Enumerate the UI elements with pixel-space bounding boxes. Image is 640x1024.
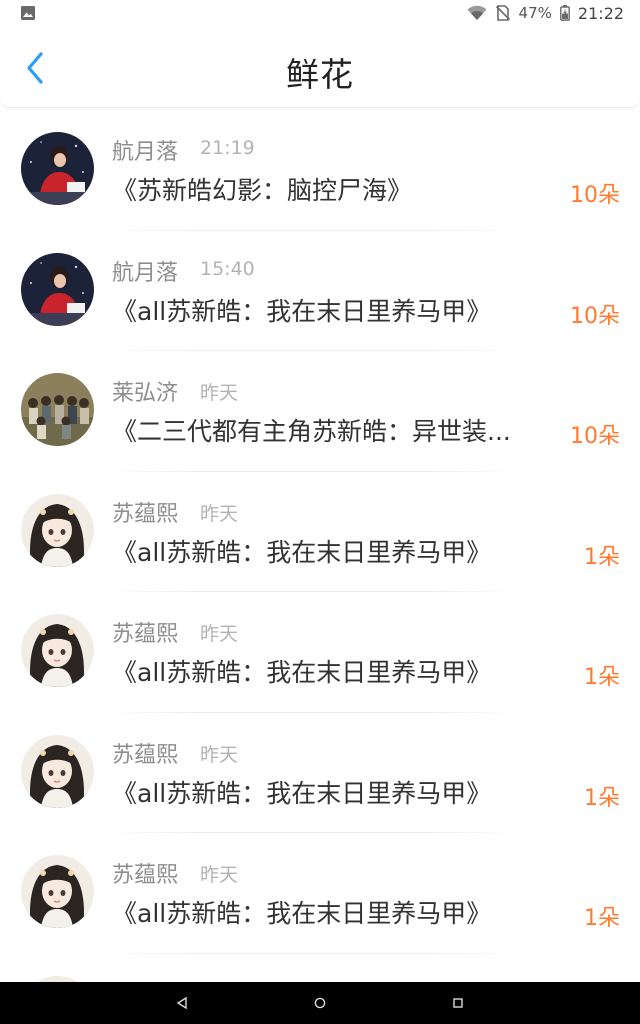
- flowers-screen: 47% 21:22 鲜花 航月落 21:19 《苏新皓幻影：脑控尸海》 10朵 …: [0, 0, 640, 1024]
- timestamp: 昨天: [200, 743, 239, 766]
- user-name: 苏蕴熙: [112, 742, 179, 768]
- flower-count: 10朵: [570, 303, 620, 329]
- flower-count: 1朵: [584, 785, 620, 811]
- list-item[interactable]: 莱弘济 昨天 《二三代都有主角苏新皓：异世装... 10朵: [0, 351, 640, 472]
- user-name: 苏蕴熙: [112, 863, 179, 888]
- timestamp: 昨天: [200, 864, 239, 886]
- avatar[interactable]: [21, 132, 94, 205]
- recents-square-icon[interactable]: [448, 993, 468, 1013]
- book-title[interactable]: 《all苏新皓：我在末日里养马甲》: [112, 653, 552, 689]
- flower-count: 1朵: [584, 906, 620, 931]
- status-bar: 47% 21:22: [0, 0, 640, 26]
- list-item[interactable]: 苏蕴熙 昨天 《all苏新皓：我在末日里养马甲》 1朵: [0, 472, 640, 592]
- battery-percent: 47%: [518, 4, 552, 22]
- book-title[interactable]: 《all苏新皓：我在末日里养马甲》: [112, 292, 552, 328]
- book-title[interactable]: 《苏新皓幻影：脑控尸海》: [112, 171, 552, 207]
- battery-icon: [559, 5, 570, 21]
- back-triangle-icon[interactable]: [172, 993, 192, 1013]
- book-title[interactable]: 《all苏新皓：我在末日里养马甲》: [112, 774, 552, 810]
- page-title: 鲜花: [286, 55, 354, 94]
- clock: 21:22: [577, 3, 624, 23]
- list-item[interactable]: 苏蕴熙 昨天 《all苏新皓：我在末日里养马甲》 1朵: [0, 713, 640, 833]
- avatar[interactable]: [21, 252, 94, 326]
- avatar[interactable]: [21, 493, 94, 567]
- image-notification-icon: [20, 5, 36, 21]
- list-item[interactable]: 航月落 21:19 《苏新皓幻影：脑控尸海》 10朵: [0, 110, 640, 231]
- avatar[interactable]: [21, 373, 94, 446]
- header-bar: 鲜花: [0, 26, 640, 108]
- no-sim-icon: [495, 5, 511, 21]
- list-item[interactable]: 苏蕴熙 昨天 《all苏新皓：我在末日里养马甲》 1朵: [0, 592, 640, 713]
- flower-count: 1朵: [584, 665, 620, 690]
- user-name: 苏蕴熙: [112, 622, 179, 647]
- avatar[interactable]: [21, 614, 94, 687]
- flower-count: 10朵: [570, 183, 620, 208]
- timestamp: 15:40: [200, 257, 255, 280]
- user-name: 莱弘济: [112, 381, 179, 406]
- user-name: 苏蕴熙: [112, 501, 179, 527]
- user-name: 航月落: [112, 260, 179, 286]
- timestamp: 昨天: [200, 502, 239, 525]
- home-circle-icon[interactable]: [310, 993, 330, 1013]
- user-name: 航月落: [112, 140, 179, 165]
- flower-count: 1朵: [584, 544, 620, 570]
- system-nav-bar: [0, 982, 640, 1024]
- book-title[interactable]: 《all苏新皓：我在末日里养马甲》: [112, 533, 552, 569]
- avatar[interactable]: [21, 734, 94, 808]
- list-item[interactable]: 苏蕴熙 昨天 《all苏新皓：我在末日里养马甲》 1朵: [0, 833, 640, 954]
- wifi-icon: [467, 5, 487, 21]
- flower-count: 10朵: [570, 424, 620, 449]
- book-title[interactable]: 《二三代都有主角苏新皓：异世装...: [112, 412, 552, 448]
- timestamp: 21:19: [200, 137, 255, 159]
- list-item[interactable]: 航月落 15:40 《all苏新皓：我在末日里养马甲》 10朵: [0, 231, 640, 351]
- timestamp: 昨天: [200, 382, 239, 404]
- avatar[interactable]: [21, 855, 94, 928]
- timestamp: 昨天: [200, 623, 239, 645]
- book-title[interactable]: 《all苏新皓：我在末日里养马甲》: [112, 894, 552, 930]
- flower-record-list: 航月落 21:19 《苏新皓幻影：脑控尸海》 10朵 航月落 15:40 《al…: [0, 110, 640, 1024]
